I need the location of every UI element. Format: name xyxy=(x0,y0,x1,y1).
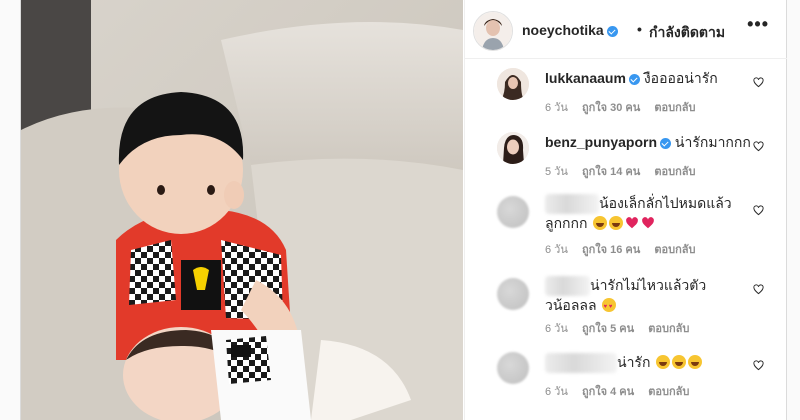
comment-body: น้องเล็กลั่กไปหมดแล้วลูกกกก xyxy=(545,194,745,233)
comment-age[interactable]: 5 วัน xyxy=(545,166,568,178)
comment-body: benz_punyaporn น่ารักมากกก xyxy=(545,133,751,152)
heart-eyes-emoji xyxy=(602,298,617,317)
verified-badge-icon xyxy=(660,137,672,149)
comment-body: น่ารัก xyxy=(545,353,755,374)
laughing-emoji xyxy=(656,355,671,369)
heart-outline-icon[interactable] xyxy=(753,141,764,152)
author-username-text[interactable]: noeychotika xyxy=(522,22,604,38)
comment-reply-button[interactable]: ตอบกลับ xyxy=(654,244,695,256)
heart-outline-icon[interactable] xyxy=(753,205,764,216)
commenter-avatar[interactable] xyxy=(497,132,529,164)
header-separator: • xyxy=(637,21,642,37)
blurred-username[interactable] xyxy=(545,353,617,374)
verified-badge-icon xyxy=(628,73,640,85)
author-avatar-image xyxy=(474,12,512,50)
blurred-username[interactable] xyxy=(545,276,590,297)
author-avatar[interactable] xyxy=(473,11,513,51)
comment-reply-button[interactable]: ตอบกลับ xyxy=(648,386,689,398)
comment-meta: 6 วัน ถูกใจ 16 คน ตอบกลับ xyxy=(545,240,707,258)
comment-reply-button[interactable]: ตอบกลับ xyxy=(648,323,689,335)
laughing-emoji xyxy=(672,355,687,369)
post-header: noeychotika • กำลังติดตาม ••• xyxy=(465,0,787,59)
commenter-avatar-image xyxy=(497,68,529,100)
comment-item: น่ารัก 6 วัน ถูกใจ 4 คน ตอบกลับ xyxy=(465,350,787,410)
comment-body: lukkanaaum งืออออน่ารัก xyxy=(545,69,718,88)
post-sidebar: noeychotika • กำลังติดตาม ••• lukkanaaum… xyxy=(464,0,787,420)
comment-age[interactable]: 6 วัน xyxy=(545,386,568,398)
laughing-emoji xyxy=(593,216,608,231)
blurred-username[interactable] xyxy=(545,194,599,215)
comment-age[interactable]: 6 วัน xyxy=(545,102,568,114)
comment-username[interactable]: benz_punyaporn xyxy=(545,134,657,150)
laughing-emoji xyxy=(688,355,703,369)
comment-meta: 6 วัน ถูกใจ 30 คน ตอบกลับ xyxy=(545,98,707,116)
comment-body: น่ารักไม่ไหวแล้วตัววน้อลลล xyxy=(545,276,745,317)
heart-outline-icon[interactable] xyxy=(753,284,764,295)
comment-like-count[interactable]: ถูกใจ 16 คน xyxy=(582,244,640,256)
comment-age[interactable]: 6 วัน xyxy=(545,323,568,335)
comment-like-count[interactable]: ถูกใจ 4 คน xyxy=(582,386,634,398)
comment-like-count[interactable]: ถูกใจ 5 คน xyxy=(582,323,634,335)
red-heart-emoji xyxy=(626,217,639,229)
author-username[interactable]: noeychotika xyxy=(522,22,618,38)
comment-item: น้องเล็กลั่กไปหมดแล้วลูกกกก 6 วัน ถูกใจ … xyxy=(465,190,787,258)
commenter-avatar-image xyxy=(497,132,529,164)
laughing-emoji xyxy=(609,216,624,231)
comment-text: น่ารักมากกก xyxy=(674,134,751,150)
comment-text: น่ารัก xyxy=(617,354,651,370)
comment-meta: 6 วัน ถูกใจ 5 คน ตอบกลับ xyxy=(545,319,700,337)
comment-like-count[interactable]: ถูกใจ 14 คน xyxy=(582,166,640,178)
more-options-icon[interactable]: ••• xyxy=(747,14,769,35)
comment-meta: 6 วัน ถูกใจ 4 คน ตอบกลับ xyxy=(545,382,700,400)
comment-item: benz_punyaporn น่ารักมากกก 5 วัน ถูกใจ 1… xyxy=(465,130,787,190)
commenter-avatar[interactable] xyxy=(497,352,529,384)
comment-item: lukkanaaum งืออออน่ารัก 6 วัน ถูกใจ 30 ค… xyxy=(465,66,787,126)
verified-badge-icon xyxy=(606,25,618,37)
post-media[interactable] xyxy=(21,0,463,420)
comment-like-count[interactable]: ถูกใจ 30 คน xyxy=(582,102,640,114)
comment-age[interactable]: 6 วัน xyxy=(545,244,568,256)
following-button[interactable]: กำลังติดตาม xyxy=(649,22,725,44)
comment-text: งืออออน่ารัก xyxy=(643,70,718,86)
comment-meta: 5 วัน ถูกใจ 14 คน ตอบกลับ xyxy=(545,162,707,180)
commenter-avatar[interactable] xyxy=(497,68,529,100)
heart-outline-icon[interactable] xyxy=(753,360,764,371)
post-photo xyxy=(21,0,463,420)
heart-outline-icon[interactable] xyxy=(753,77,764,88)
comment-reply-button[interactable]: ตอบกลับ xyxy=(654,166,695,178)
comment-username[interactable]: lukkanaaum xyxy=(545,70,626,86)
commenter-avatar[interactable] xyxy=(497,278,529,310)
comment-reply-button[interactable]: ตอบกลับ xyxy=(654,102,695,114)
comment-item: น่ารักไม่ไหวแล้วตัววน้อลลล 6 วัน ถูกใจ 5… xyxy=(465,272,787,340)
commenter-avatar[interactable] xyxy=(497,196,529,228)
red-heart-emoji xyxy=(642,217,655,229)
post-dialog: noeychotika • กำลังติดตาม ••• lukkanaaum… xyxy=(20,0,787,420)
